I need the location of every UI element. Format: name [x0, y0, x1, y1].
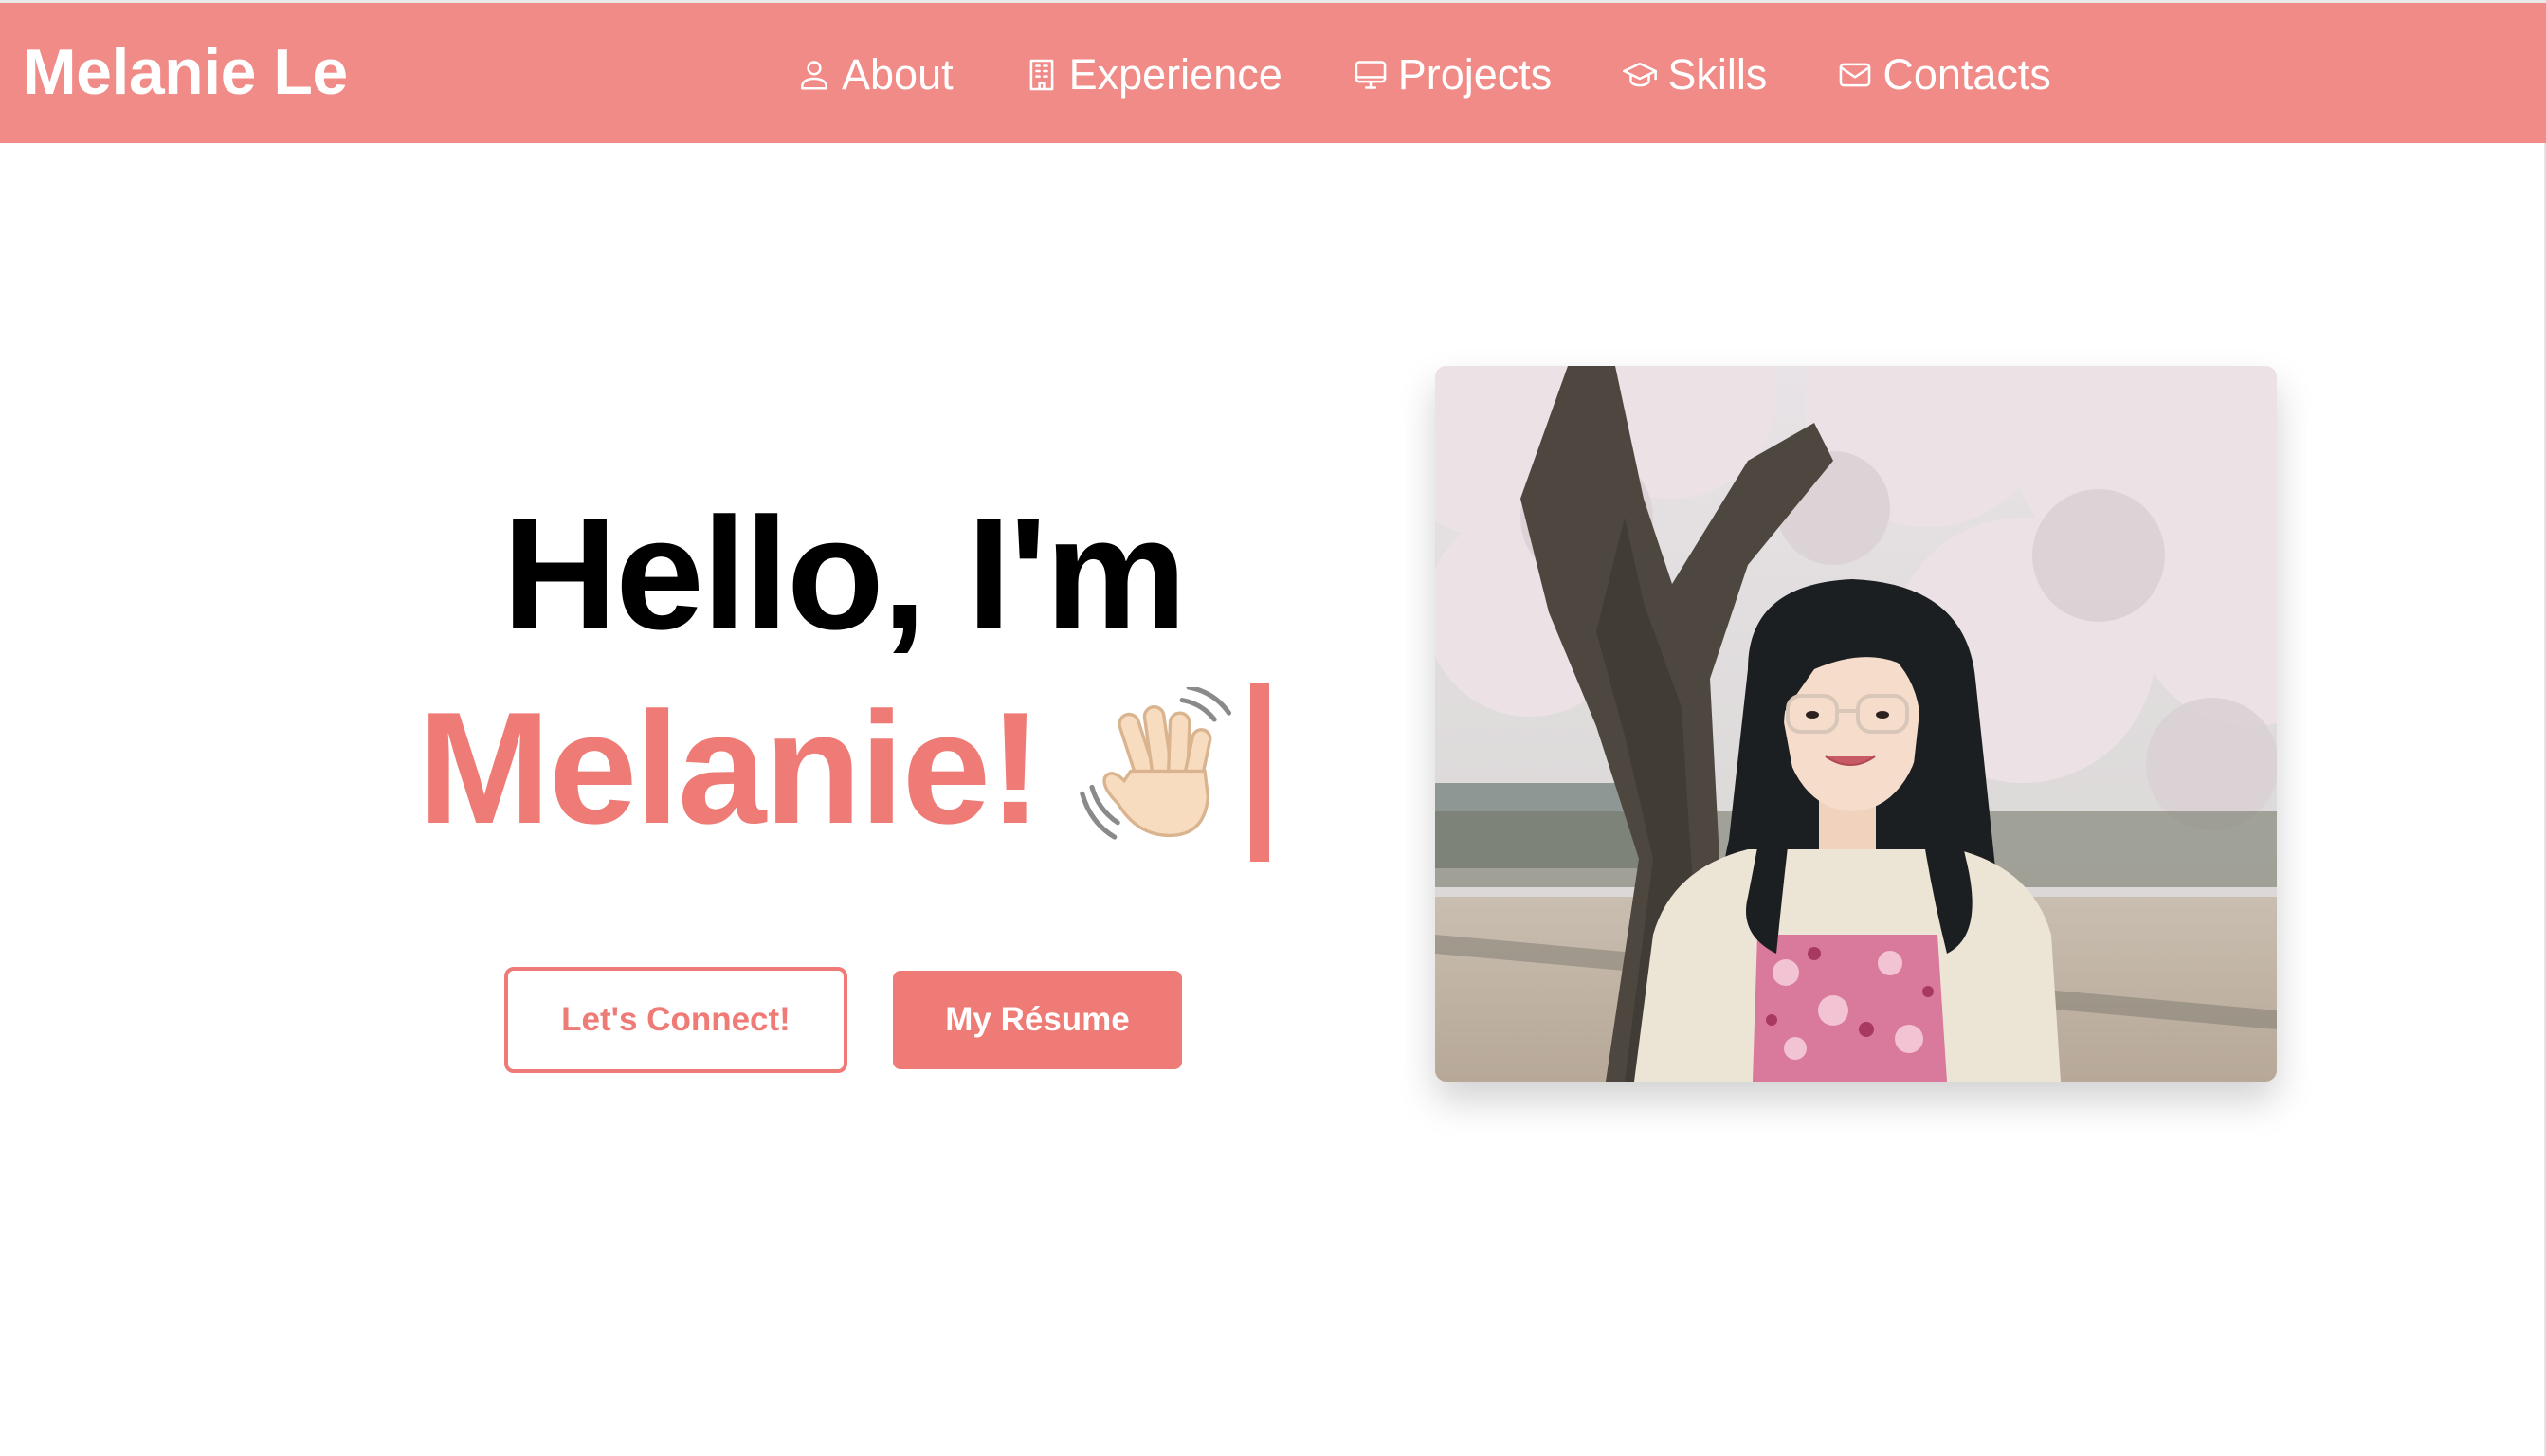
- nav-label-experience: Experience: [1068, 50, 1282, 99]
- monitor-icon: [1353, 57, 1389, 93]
- typing-cursor: [1250, 683, 1270, 862]
- greeting-text: Hello, I'm: [501, 484, 1187, 663]
- waving-hand-icon: [1076, 687, 1237, 848]
- nav-item-projects[interactable]: Projects: [1353, 46, 1553, 103]
- lets-connect-button[interactable]: Let's Connect!: [504, 967, 847, 1073]
- nav-label-about: About: [842, 50, 954, 99]
- envelope-icon: [1837, 57, 1873, 93]
- nav-item-skills[interactable]: Skills: [1622, 46, 1767, 103]
- hero-name: Melanie!: [417, 679, 1042, 857]
- building-icon: [1024, 57, 1060, 93]
- nav-item-experience[interactable]: Experience: [1024, 46, 1282, 103]
- person-icon: [796, 57, 832, 93]
- graduation-cap-icon: [1622, 57, 1658, 93]
- nav-label-contacts: Contacts: [1882, 50, 2051, 99]
- brand-logo[interactable]: Melanie Le: [23, 32, 348, 112]
- navbar: Melanie Le About Experience Projects Ski…: [0, 0, 2546, 143]
- nav-links: About Experience Projects Skills Contact…: [796, 46, 2051, 103]
- nav-label-projects: Projects: [1397, 50, 1553, 99]
- nav-item-contacts[interactable]: Contacts: [1837, 46, 2051, 103]
- resume-button[interactable]: My Résume: [893, 971, 1182, 1069]
- name-line: Melanie!: [360, 668, 1327, 867]
- profile-photo: [1435, 366, 2277, 1082]
- nav-item-about[interactable]: About: [796, 46, 954, 103]
- hero-heading: Hello, I'm Melanie!: [360, 474, 1327, 867]
- nav-label-skills: Skills: [1667, 50, 1768, 99]
